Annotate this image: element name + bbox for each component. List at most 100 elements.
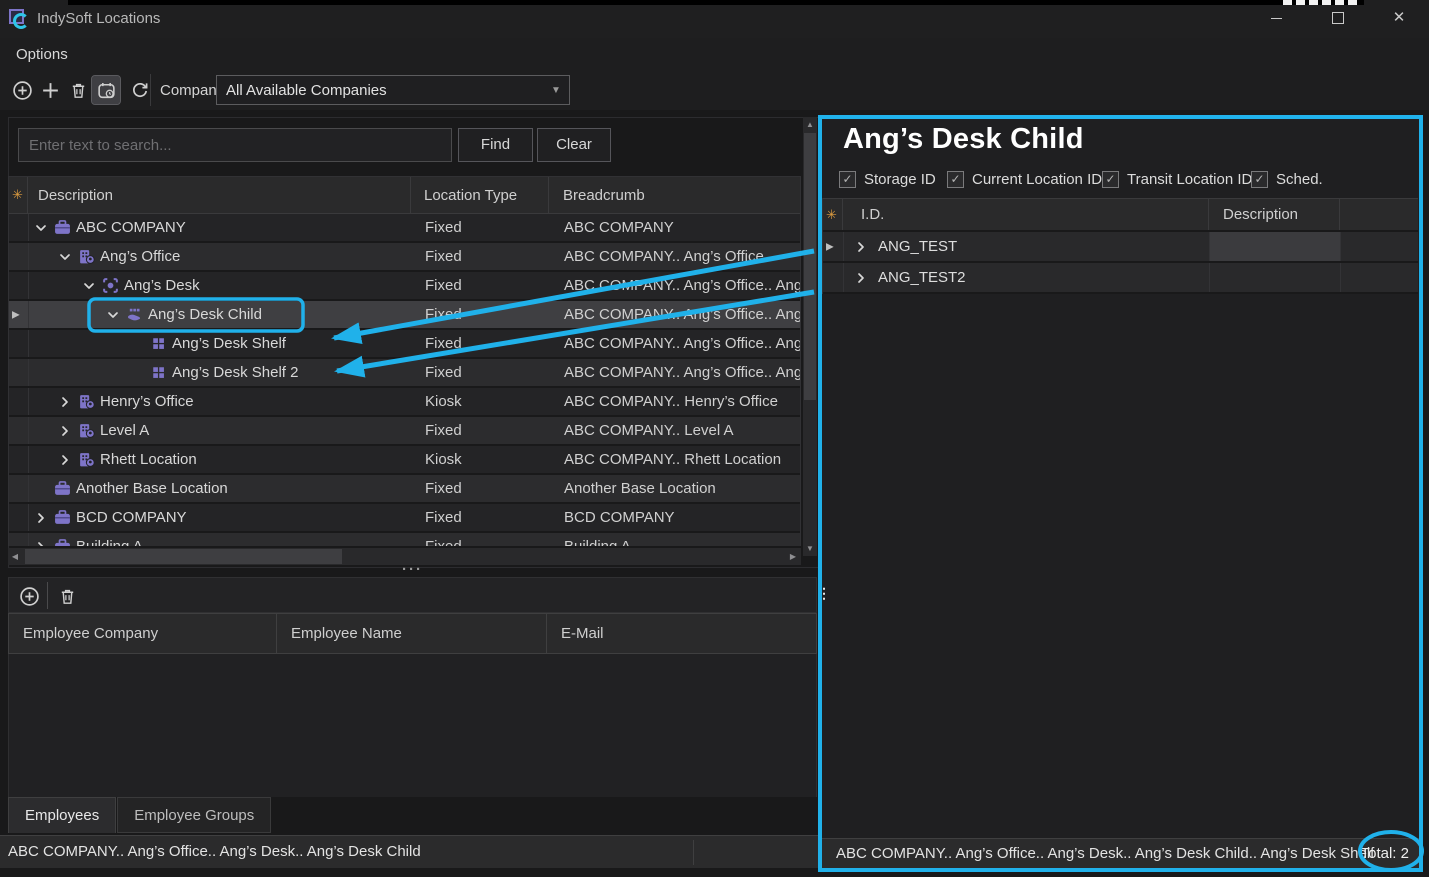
- checkbox-box[interactable]: ✓: [839, 171, 856, 188]
- detail-title: Ang’s Desk Child: [843, 123, 1084, 156]
- chevron-right-icon[interactable]: [32, 509, 50, 527]
- tree-row[interactable]: ▶Ang’s Desk ChildFixedABC COMPANY.. Ang’…: [9, 301, 800, 330]
- tree-row[interactable]: Ang’s DeskFixedABC COMPANY.. Ang’s Offic…: [9, 272, 800, 301]
- menu-options[interactable]: Options: [12, 38, 72, 70]
- checkbox-box[interactable]: ✓: [1251, 171, 1268, 188]
- checkbox-storage-id[interactable]: ✓Storage ID: [839, 171, 936, 188]
- tree-description-cell: Ang’s Desk Shelf: [29, 330, 412, 357]
- row-indicator-cell: [9, 243, 29, 270]
- search-input[interactable]: [18, 128, 452, 162]
- column-header-breadcrumb[interactable]: Breadcrumb: [549, 177, 800, 213]
- chevron-right-icon[interactable]: [852, 269, 870, 287]
- add-circle-icon[interactable]: [8, 76, 36, 104]
- desk-child-icon: [125, 306, 143, 324]
- chevron-right-icon[interactable]: [852, 238, 870, 256]
- tree-row-label: Building A: [76, 538, 143, 546]
- scroll-right-icon[interactable]: ▶: [786, 548, 800, 565]
- close-icon[interactable]: [1376, 2, 1422, 34]
- tree-row[interactable]: Level AFixedABC COMPANY.. Level A: [9, 417, 800, 446]
- vertical-scrollbar[interactable]: ▲ ▼: [803, 117, 817, 556]
- column-header-location-type[interactable]: Location Type: [411, 177, 549, 213]
- tree-row-label: Level A: [100, 422, 149, 439]
- checkbox-box[interactable]: ✓: [1102, 171, 1119, 188]
- tree-row[interactable]: Building AFixedBuilding A: [9, 533, 800, 546]
- chevron-down-icon[interactable]: ▼: [543, 85, 569, 96]
- tree-row-label: ABC COMPANY: [76, 219, 186, 236]
- tab-employee-groups[interactable]: Employee Groups: [117, 797, 271, 833]
- chevron-down-icon[interactable]: [80, 277, 98, 295]
- checkbox-label: Current Location ID: [972, 171, 1102, 188]
- tree-row[interactable]: Rhett LocationKioskABC COMPANY.. Rhett L…: [9, 446, 800, 475]
- company-dropdown-value: All Available Companies: [217, 82, 543, 99]
- checkbox-box[interactable]: ✓: [947, 171, 964, 188]
- delete-icon[interactable]: [64, 76, 92, 104]
- tree-row[interactable]: Ang’s Desk ShelfFixedABC COMPANY.. Ang’s…: [9, 330, 800, 359]
- office-icon: [77, 422, 95, 440]
- chevron-right-icon[interactable]: [56, 393, 74, 411]
- horizontal-splitter[interactable]: ···: [8, 566, 817, 577]
- row-indicator-cell: [9, 417, 29, 444]
- tab-employees[interactable]: Employees: [8, 797, 116, 833]
- tree-row[interactable]: ABC COMPANYFixedABC COMPANY: [9, 214, 800, 243]
- chevron-down-icon[interactable]: [104, 306, 122, 324]
- checkbox-current-location-id[interactable]: ✓ Current Location ID: [947, 171, 1102, 188]
- find-button[interactable]: Find: [458, 128, 533, 162]
- scroll-left-icon[interactable]: ◀: [8, 548, 22, 565]
- row-indicator-cell: [823, 263, 844, 292]
- top-edge-strip: [68, 0, 1364, 5]
- breadcrumb-cell: ABC COMPANY.. Ang’s Office: [550, 243, 800, 270]
- tree-row[interactable]: Another Base LocationFixedAnother Base L…: [9, 475, 800, 504]
- employees-empty-body: [8, 654, 817, 797]
- employees-toolbar: [8, 577, 817, 613]
- checkbox-label: Transit Location ID: [1127, 171, 1252, 188]
- row-indicator-cell: [9, 272, 29, 299]
- detail-status-bar: ABC COMPANY.. Ang’s Office.. Ang’s Desk.…: [822, 838, 1419, 868]
- scroll-up-icon[interactable]: ▲: [803, 117, 817, 132]
- vertical-scrollbar-thumb[interactable]: [804, 133, 816, 400]
- scroll-down-icon[interactable]: ▼: [803, 541, 817, 556]
- detail-id-label: ANG_TEST: [878, 238, 957, 255]
- tree-row[interactable]: BCD COMPANYFixedBCD COMPANY: [9, 504, 800, 533]
- maximize-icon[interactable]: [1315, 2, 1361, 34]
- column-header-description[interactable]: Description: [28, 177, 411, 213]
- tree-description-cell: Ang’s Office: [29, 243, 412, 270]
- required-asterisk-icon: [823, 199, 843, 230]
- column-header-employee-company[interactable]: Employee Company: [8, 614, 277, 653]
- schedule-icon[interactable]: [92, 76, 120, 104]
- column-header-email[interactable]: E-Mail: [547, 614, 817, 653]
- company-label: Company: [160, 70, 224, 110]
- chevron-right-icon[interactable]: [32, 538, 50, 547]
- chevron-down-icon[interactable]: [32, 219, 50, 237]
- add-circle-icon[interactable]: [17, 584, 41, 608]
- main-area: Find Clear Description Location Type Bre…: [0, 110, 1429, 877]
- office-icon: [77, 248, 95, 266]
- location-type-cell: Fixed: [412, 417, 550, 444]
- company-icon: [53, 480, 71, 498]
- delete-icon[interactable]: [55, 584, 79, 608]
- tree-row[interactable]: Ang’s OfficeFixedABC COMPANY.. Ang’s Off…: [9, 243, 800, 272]
- minimize-icon[interactable]: [1253, 2, 1299, 34]
- tree-row[interactable]: Ang’s Desk Shelf 2FixedABC COMPANY.. Ang…: [9, 359, 800, 388]
- chevron-right-icon[interactable]: [56, 422, 74, 440]
- row-indicator-cell: [9, 504, 29, 531]
- chevron-right-icon[interactable]: [56, 451, 74, 469]
- column-header-id[interactable]: I.D.: [843, 199, 1208, 230]
- column-header-employee-name[interactable]: Employee Name: [277, 614, 547, 653]
- chevron-down-icon[interactable]: [56, 248, 74, 266]
- breadcrumb-cell: ABC COMPANY.. Ang’s Office.. Ang’s De: [550, 359, 800, 386]
- detail-row[interactable]: ANG_TEST2: [823, 263, 1418, 294]
- total-count: Total: 2: [1361, 839, 1409, 868]
- column-header-description[interactable]: Description: [1208, 199, 1339, 230]
- checkbox-sched-[interactable]: ✓Sched.: [1251, 171, 1323, 188]
- tree-row[interactable]: Henry’s OfficeKioskABC COMPANY.. Henry’s…: [9, 388, 800, 417]
- horizontal-scrollbar-thumb[interactable]: [25, 549, 342, 564]
- detail-row[interactable]: ▶ANG_TEST: [823, 232, 1418, 263]
- company-dropdown[interactable]: All Available Companies ▼: [216, 75, 570, 105]
- location-type-cell: Fixed: [412, 301, 550, 328]
- breadcrumb-cell: ABC COMPANY.. Henry’s Office: [550, 388, 800, 415]
- vertical-splitter[interactable]: ⋮: [817, 588, 827, 622]
- add-icon[interactable]: [36, 76, 64, 104]
- clear-button[interactable]: Clear: [537, 128, 611, 162]
- breadcrumb-cell: ABC COMPANY.. Ang’s Office.. Ang’s De: [550, 330, 800, 357]
- checkbox-transit-location-id[interactable]: ✓ Transit Location ID: [1102, 171, 1252, 188]
